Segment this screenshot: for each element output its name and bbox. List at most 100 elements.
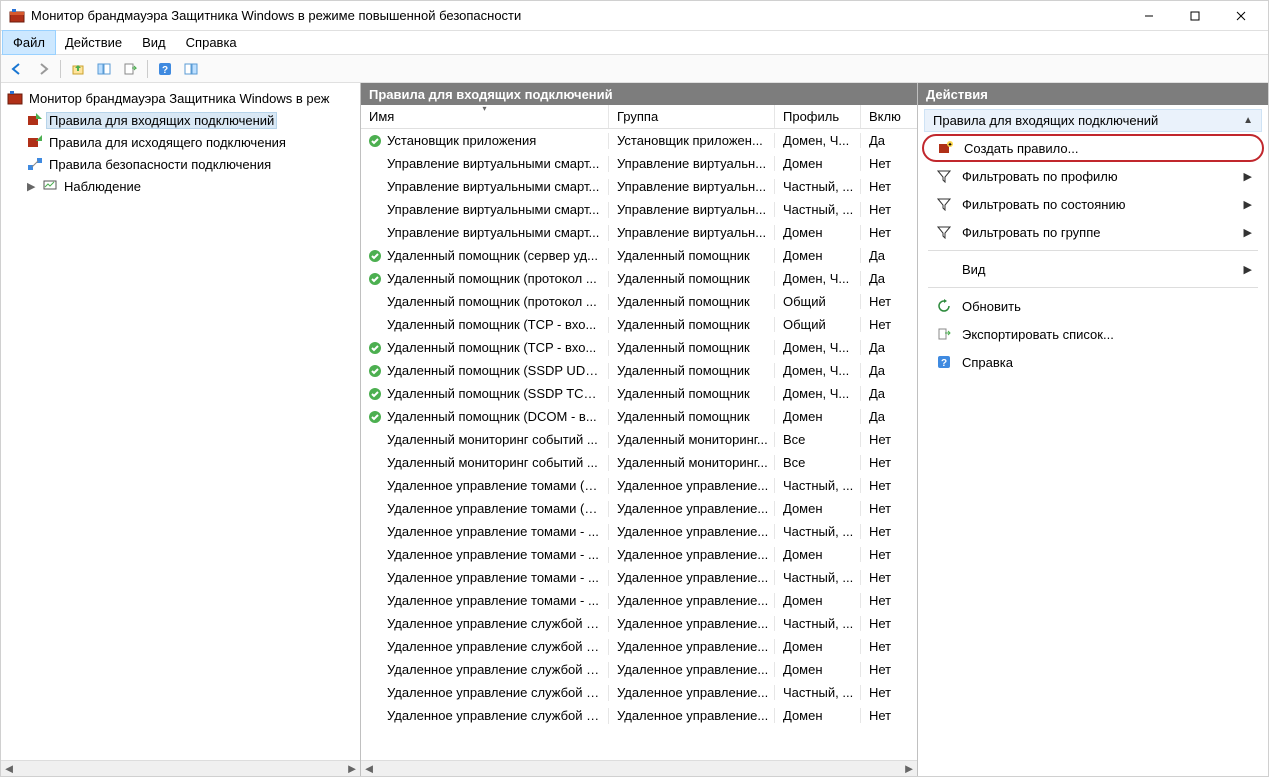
action-label: Вид [962, 262, 986, 277]
collapse-icon[interactable]: ▲ [1243, 115, 1253, 126]
column-name[interactable]: ▾Имя [361, 105, 609, 128]
app-window: Монитор брандмауэра Защитника Windows в … [0, 0, 1269, 777]
rule-icon [367, 662, 383, 678]
rules-list[interactable]: ▾Имя Группа Профиль Вклю Установщик прил… [361, 105, 917, 760]
rule-row[interactable]: Удаленное управление службой (...Удаленн… [361, 681, 917, 704]
action-export[interactable]: Экспортировать список... [922, 320, 1264, 348]
action-filter-profile[interactable]: Фильтровать по профилю ▶ [922, 162, 1264, 190]
rule-profile: Домен, Ч... [775, 340, 861, 355]
close-button[interactable] [1218, 1, 1264, 31]
tree[interactable]: Монитор брандмауэра Защитника Windows в … [1, 83, 360, 760]
rule-row[interactable]: Удаленное управление службой (...Удаленн… [361, 658, 917, 681]
rule-row[interactable]: Удаленный помощник (сервер уд...Удаленны… [361, 244, 917, 267]
filter-icon [936, 196, 952, 212]
rule-row[interactable]: Удаленный помощник (DCOM - в...Удаленный… [361, 405, 917, 428]
rule-name: Управление виртуальными смарт... [387, 202, 599, 217]
rule-icon [367, 524, 383, 540]
rule-row[interactable]: Удаленное управление службой (...Удаленн… [361, 704, 917, 727]
rule-row[interactable]: Удаленный помощник (протокол ...Удаленны… [361, 290, 917, 313]
rule-row[interactable]: Удаленное управление службой (...Удаленн… [361, 635, 917, 658]
rule-row[interactable]: Удаленный помощник (TCP - вхо...Удаленны… [361, 336, 917, 359]
rule-row[interactable]: Удаленное управление томами - ...Удаленн… [361, 520, 917, 543]
tree-item-label: Правила для исходящего подключения [47, 135, 288, 150]
tree-item-connection-security[interactable]: Правила безопасности подключения [3, 153, 358, 175]
rule-row[interactable]: Управление виртуальными смарт...Управлен… [361, 198, 917, 221]
rule-enabled: Нет [861, 616, 901, 631]
show-hide-action-pane-button[interactable] [179, 58, 203, 80]
column-enabled[interactable]: Вклю [861, 105, 901, 128]
window-title: Монитор брандмауэра Защитника Windows в … [31, 8, 1126, 23]
rule-name: Удаленное управление томами - ... [387, 593, 599, 608]
menubar: Файл Действие Вид Справка [1, 31, 1268, 55]
rule-row[interactable]: Управление виртуальными смарт...Управлен… [361, 221, 917, 244]
rule-enabled: Нет [861, 639, 901, 654]
rule-enabled: Нет [861, 501, 901, 516]
rule-group: Удаленное управление... [609, 662, 775, 677]
expand-icon[interactable]: ▶ [27, 180, 38, 193]
rule-icon [367, 179, 383, 195]
action-help[interactable]: ? Справка [922, 348, 1264, 376]
show-hide-tree-button[interactable] [92, 58, 116, 80]
scroll-right-icon[interactable]: ► [901, 761, 917, 777]
scroll-right-icon[interactable]: ► [344, 761, 360, 777]
rule-row[interactable]: Удаленное управление томами (R...Удаленн… [361, 474, 917, 497]
submenu-arrow-icon: ▶ [1244, 198, 1252, 211]
forward-button[interactable] [31, 58, 55, 80]
tree-item-outbound[interactable]: Правила для исходящего подключения [3, 131, 358, 153]
rule-row[interactable]: Удаленное управление томами - ...Удаленн… [361, 566, 917, 589]
menu-file[interactable]: Файл [3, 31, 55, 54]
rule-enabled: Да [861, 248, 901, 263]
action-view[interactable]: Вид ▶ [922, 255, 1264, 283]
rule-row[interactable]: Удаленное управление томами - ...Удаленн… [361, 543, 917, 566]
minimize-button[interactable] [1126, 1, 1172, 31]
rule-row[interactable]: Удаленное управление томами - ...Удаленн… [361, 589, 917, 612]
rule-row[interactable]: Удаленное управление томами (R...Удаленн… [361, 497, 917, 520]
rule-row[interactable]: Удаленный мониторинг событий ...Удаленны… [361, 428, 917, 451]
action-label: Справка [962, 355, 1013, 370]
scroll-left-icon[interactable]: ◄ [361, 761, 377, 777]
menu-action[interactable]: Действие [55, 31, 132, 54]
export-list-button[interactable] [118, 58, 142, 80]
rule-row[interactable]: Удаленный помощник (SSDP UDP...Удаленный… [361, 359, 917, 382]
rule-row[interactable]: Удаленный мониторинг событий ...Удаленны… [361, 451, 917, 474]
rule-profile: Частный, ... [775, 570, 861, 585]
monitoring-icon [42, 178, 58, 194]
rule-row[interactable]: Удаленное управление службой (...Удаленн… [361, 612, 917, 635]
rule-name: Удаленный помощник (TCP - вхо... [387, 317, 596, 332]
rule-enabled: Да [861, 409, 901, 424]
tree-item-monitoring[interactable]: ▶ Наблюдение [3, 175, 358, 197]
enabled-check-icon [367, 340, 383, 356]
column-profile[interactable]: Профиль [775, 105, 861, 128]
actions-group-label: Правила для входящих подключений [933, 113, 1158, 128]
menu-help[interactable]: Справка [176, 31, 247, 54]
tree-horizontal-scrollbar[interactable]: ◄ ► [1, 760, 360, 776]
rule-group: Удаленное управление... [609, 547, 775, 562]
action-refresh[interactable]: Обновить [922, 292, 1264, 320]
tree-root[interactable]: Монитор брандмауэра Защитника Windows в … [3, 87, 358, 109]
submenu-arrow-icon: ▶ [1244, 226, 1252, 239]
rule-row[interactable]: Удаленный помощник (SSDP TCP ...Удаленны… [361, 382, 917, 405]
list-horizontal-scrollbar[interactable]: ◄ ► [361, 760, 917, 776]
tree-item-inbound[interactable]: Правила для входящих подключений [3, 109, 358, 131]
action-filter-state[interactable]: Фильтровать по состоянию ▶ [922, 190, 1264, 218]
rule-row[interactable]: Управление виртуальными смарт...Управлен… [361, 175, 917, 198]
rule-enabled: Нет [861, 478, 901, 493]
rule-name: Удаленный мониторинг событий ... [387, 432, 598, 447]
rule-profile: Домен [775, 708, 861, 723]
actions-group-header[interactable]: Правила для входящих подключений ▲ [924, 109, 1262, 132]
rule-row[interactable]: Установщик приложенияУстановщик приложен… [361, 129, 917, 152]
rule-name: Удаленное управление томами - ... [387, 524, 599, 539]
back-button[interactable] [5, 58, 29, 80]
scroll-left-icon[interactable]: ◄ [1, 761, 17, 777]
rule-row[interactable]: Управление виртуальными смарт...Управлен… [361, 152, 917, 175]
rule-row[interactable]: Удаленный помощник (TCP - вхо...Удаленны… [361, 313, 917, 336]
column-group[interactable]: Группа [609, 105, 775, 128]
up-button[interactable] [66, 58, 90, 80]
menu-view[interactable]: Вид [132, 31, 176, 54]
rule-row[interactable]: Удаленный помощник (протокол ...Удаленны… [361, 267, 917, 290]
action-new-rule[interactable]: ✦ Создать правило... [922, 134, 1264, 162]
maximize-button[interactable] [1172, 1, 1218, 31]
help-button[interactable]: ? [153, 58, 177, 80]
action-filter-group[interactable]: Фильтровать по группе ▶ [922, 218, 1264, 246]
rule-enabled: Нет [861, 432, 901, 447]
